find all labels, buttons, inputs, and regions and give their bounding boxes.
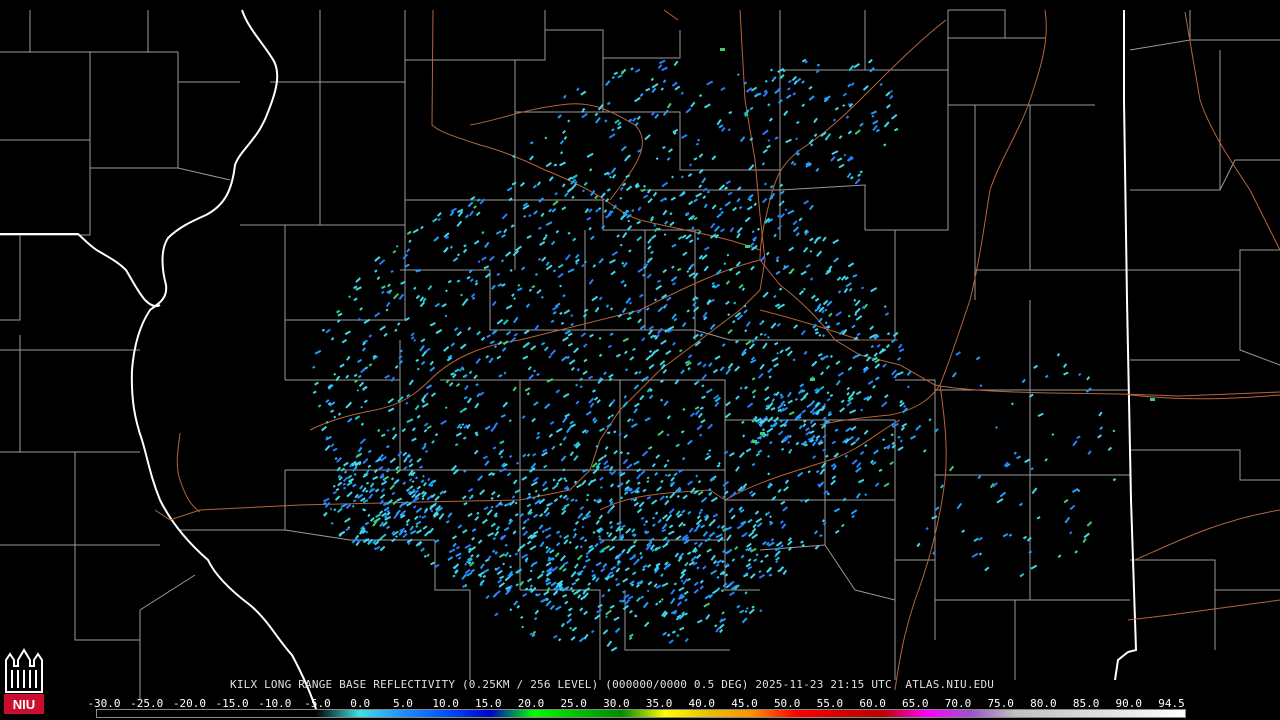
echo-cell (760, 432, 765, 435)
product-caption: KILX LONG RANGE BASE REFLECTIVITY (0.25K… (230, 678, 995, 691)
reflectivity-color-bar (96, 709, 1186, 718)
echo-cell (745, 245, 750, 248)
niu-logo-icon: NIU (2, 646, 46, 716)
radar-map (0, 0, 1280, 720)
echo-cell (810, 378, 815, 381)
echo-cell (1150, 398, 1155, 401)
echo-cell (720, 48, 725, 51)
echo-cell (752, 440, 757, 443)
color-scale-labels: -30.0 -25.0 -20.0 -15.0 -10.0 -5.0 0.0 5.0 10.0 1… (87, 697, 1202, 710)
svg-text:NIU: NIU (13, 697, 35, 712)
